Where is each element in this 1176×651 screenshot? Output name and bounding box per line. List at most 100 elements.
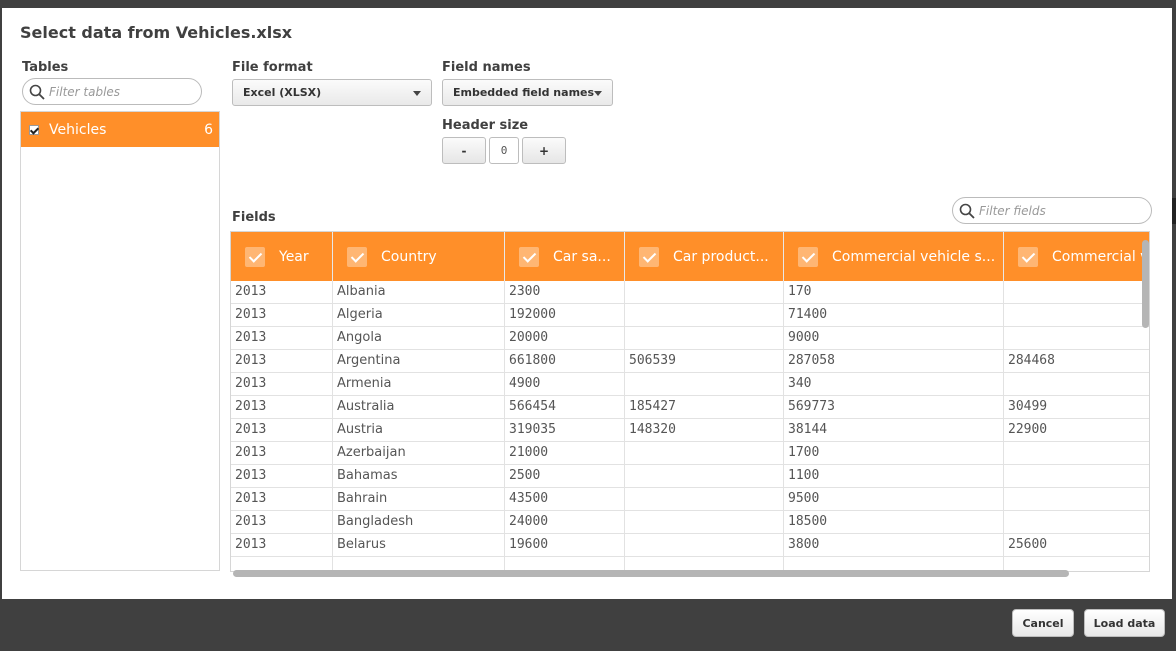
table-item-vehicles[interactable]: Vehicles 6: [21, 112, 219, 147]
file-format-dropdown[interactable]: Excel (XLSX): [232, 79, 432, 106]
table-cell: 2013: [231, 396, 333, 419]
table-cell: 20000: [505, 327, 625, 350]
table-cell: Belarus: [333, 534, 505, 557]
column-header-country[interactable]: Country: [333, 232, 505, 281]
table-cell: [1004, 304, 1149, 327]
filter-tables-box[interactable]: [22, 78, 202, 105]
table-cell: 9500: [784, 488, 1004, 511]
checkbox-checked-icon[interactable]: [519, 246, 539, 267]
table-cell: 148320: [625, 419, 784, 442]
window-edge: [1172, 198, 1176, 224]
vertical-scrollbar[interactable]: [1142, 240, 1149, 328]
checkbox-checked-icon[interactable]: [245, 246, 265, 267]
column-header-label: Commercial v: [1052, 248, 1149, 265]
checkbox-checked-icon[interactable]: [798, 246, 818, 267]
table-cell: Argentina: [333, 350, 505, 373]
table-cell: 661800: [505, 350, 625, 373]
header-size-value[interactable]: 0: [489, 137, 519, 164]
table-cell: 71400: [784, 304, 1004, 327]
table-row: 2013 Austria 319035 148320 38144 22900: [231, 419, 1149, 442]
dialog-title: Select data from Vehicles.xlsx: [20, 23, 293, 42]
checkbox-checked-icon[interactable]: [347, 246, 367, 267]
filter-fields-box[interactable]: [952, 197, 1152, 224]
table-cell: 192000: [505, 304, 625, 327]
load-data-button[interactable]: Load data: [1084, 609, 1165, 637]
table-row: 2013 Azerbaijan 21000 1700: [231, 442, 1149, 465]
table-cell: Albania: [333, 281, 505, 304]
table-cell: [625, 442, 784, 465]
table-cell: Azerbaijan: [333, 442, 505, 465]
table-cell: Algeria: [333, 304, 505, 327]
table-row: 2013 Bahamas 2500 1100: [231, 465, 1149, 488]
table-cell: 2013: [231, 281, 333, 304]
table-cell: 22900: [1008, 422, 1048, 437]
table-row: 2013 Bangladesh 24000 18500: [231, 511, 1149, 534]
table-item-name: Vehicles: [49, 121, 107, 138]
table-cell: 170: [784, 281, 1004, 304]
table-cell: Austria: [333, 419, 505, 442]
header-size-decrease-button[interactable]: -: [442, 137, 486, 164]
table-cell: 2013: [231, 304, 333, 327]
table-cell: [1004, 488, 1149, 511]
table-row: 2013 Australia 566454 185427 569773 30499: [231, 396, 1149, 419]
field-names-label: Field names: [442, 60, 531, 75]
table-cell: 18500: [784, 511, 1004, 534]
table-row: 2013 Algeria 192000 71400: [231, 304, 1149, 327]
tables-label: Tables: [22, 60, 69, 75]
caret-down-icon: [594, 91, 602, 96]
table-cell: [1004, 373, 1149, 396]
column-header-label: Car product...: [673, 248, 769, 265]
column-header-car-sales[interactable]: Car sa...: [505, 232, 625, 281]
table-cell: 2013: [231, 442, 333, 465]
table-cell: Armenia: [333, 373, 505, 396]
column-header-label: Year: [279, 248, 309, 265]
column-header-label: Car sa...: [553, 248, 611, 265]
filter-fields-input[interactable]: [979, 203, 1119, 218]
table-cell: Australia: [333, 396, 505, 419]
table-cell: 2013: [231, 465, 333, 488]
grid-header: Year Country Car sa... Car product... Co…: [231, 232, 1149, 281]
table-cell: 185427: [625, 396, 784, 419]
table-row: 2013 Armenia 4900 340: [231, 373, 1149, 396]
table-cell: 2013: [231, 373, 333, 396]
table-item-count: 6: [204, 121, 213, 138]
table-cell: [1004, 281, 1149, 304]
header-size-increase-button[interactable]: +: [522, 137, 566, 164]
table-cell: 1700: [784, 442, 1004, 465]
table-row: 2013 Argentina 661800 506539 287058 284468: [231, 350, 1149, 373]
column-header-car-production[interactable]: Car product...: [625, 232, 784, 281]
table-cell: [625, 304, 784, 327]
table-cell: [1004, 511, 1149, 534]
table-cell: 2013: [231, 419, 333, 442]
column-header-commercial-vehicle-sales[interactable]: Commercial vehicle s...: [784, 232, 1004, 281]
cancel-button[interactable]: Cancel: [1012, 609, 1074, 637]
field-names-dropdown[interactable]: Embedded field names: [442, 79, 613, 106]
table-cell: 9000: [784, 327, 1004, 350]
table-cell: 25600: [1008, 537, 1048, 552]
checkbox-checked-icon[interactable]: [1018, 246, 1038, 267]
table-cell: 43500: [505, 488, 625, 511]
column-header-year[interactable]: Year: [231, 232, 333, 281]
table-cell: 2013: [231, 488, 333, 511]
table-cell: Bangladesh: [333, 511, 505, 534]
column-header-commercial-vehicle-production[interactable]: Commercial v: [1004, 232, 1149, 281]
table-cell: Bahrain: [333, 488, 505, 511]
table-cell: 340: [784, 373, 1004, 396]
table-cell: 24000: [505, 511, 625, 534]
column-header-label: Commercial vehicle s...: [832, 248, 996, 265]
fields-label: Fields: [232, 210, 276, 225]
checkbox-checked-icon[interactable]: [639, 246, 659, 267]
table-row: 2013 Angola 20000 9000: [231, 327, 1149, 350]
caret-down-icon: [413, 91, 421, 96]
table-cell: 2300: [505, 281, 625, 304]
table-row: 2013 Bahrain 43500 9500: [231, 488, 1149, 511]
dialog-footer: [0, 599, 1176, 651]
filter-tables-input[interactable]: [49, 84, 189, 99]
horizontal-scrollbar[interactable]: [233, 570, 1069, 577]
table-cell: 2013: [231, 350, 333, 373]
checkbox-icon[interactable]: [29, 124, 39, 135]
fields-preview-grid: Year Country Car sa... Car product... Co…: [230, 231, 1150, 572]
table-cell: Angola: [333, 327, 505, 350]
table-cell: 2013: [231, 534, 333, 557]
table-cell: 569773: [784, 396, 1004, 419]
